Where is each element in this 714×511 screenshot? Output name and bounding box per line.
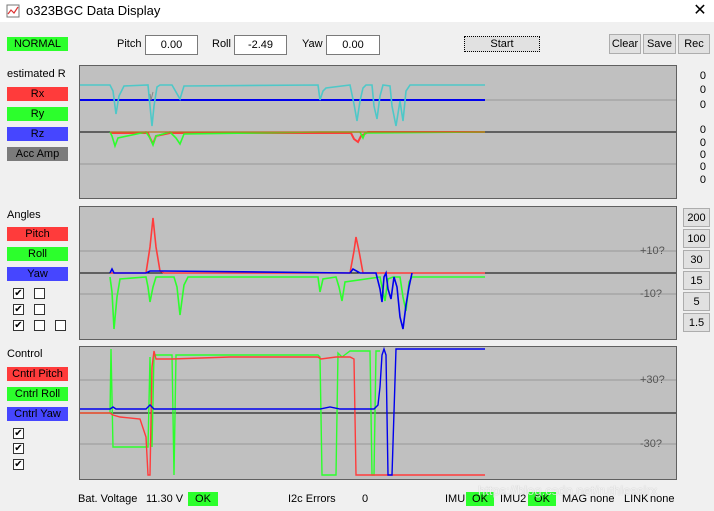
yaw-label: Yaw	[302, 38, 323, 50]
pitch-label: Pitch	[117, 38, 142, 50]
angles-checkbox-6[interactable]	[34, 320, 45, 331]
angles-checkbox-7[interactable]	[55, 320, 66, 331]
cntrl-yaw-trace	[80, 347, 485, 476]
watermark: https://blog.csdn.net/ruthlesslrx	[478, 483, 658, 498]
est-value-4: 0	[699, 124, 706, 136]
control-checkbox-3[interactable]: ✔	[13, 459, 24, 470]
i2c-errors-label: I2c Errors	[288, 493, 336, 505]
yaw-legend[interactable]: Yaw	[7, 267, 68, 281]
close-icon[interactable]: ✕	[690, 1, 710, 21]
roll-field[interactable]	[234, 35, 287, 55]
cntrl-roll-legend[interactable]: Cntrl Roll	[7, 387, 68, 401]
scale-15-button[interactable]: 15	[683, 271, 710, 290]
roll-label: Roll	[212, 38, 231, 50]
est-value-8: 0	[699, 174, 706, 186]
cntrl-yaw-legend[interactable]: Cntrl Yaw	[7, 407, 68, 421]
imu-label: IMU	[445, 493, 466, 505]
angles-checkbox-4[interactable]	[34, 304, 45, 315]
bat-voltage-value: 11.30 V	[146, 493, 184, 505]
scale-100-button[interactable]: 100	[683, 229, 710, 248]
est-value-6: 0	[699, 149, 706, 161]
angles-checkbox-3[interactable]: ✔	[13, 304, 24, 315]
scale-200-button[interactable]: 200	[683, 208, 710, 227]
scale-5-button[interactable]: 5	[683, 292, 710, 311]
cntrl-roll-trace	[80, 348, 380, 476]
rz-legend[interactable]: Rz	[7, 127, 68, 141]
bat-ok-badge: OK	[188, 492, 218, 506]
cntrl-pitch-legend[interactable]: Cntrl Pitch	[7, 367, 68, 381]
yaw-field[interactable]	[326, 35, 380, 55]
scale-1-5-button[interactable]: 1.5	[683, 313, 710, 332]
pitch-legend[interactable]: Pitch	[7, 227, 68, 241]
clear-button[interactable]: Clear	[609, 34, 641, 54]
scale-30-button[interactable]: 30	[683, 250, 710, 269]
acc-amp-legend[interactable]: Acc Amp	[7, 147, 68, 161]
pitch-field[interactable]	[145, 35, 198, 55]
control-checkbox-1[interactable]: ✔	[13, 428, 24, 439]
window-title: o323BGC Data Display	[26, 3, 161, 18]
angles-grid-bottom-label: -10?	[640, 288, 663, 300]
angles-checkbox-5[interactable]: ✔	[13, 320, 24, 331]
angles-chart: +10? -10?	[79, 206, 677, 340]
save-button[interactable]: Save	[643, 34, 676, 54]
est-value-1: 0	[699, 70, 706, 82]
estimated-r-plot	[80, 84, 676, 165]
start-button[interactable]: Start	[464, 36, 540, 52]
control-plot	[80, 347, 676, 476]
angles-checkbox-2[interactable]	[34, 288, 45, 299]
mode-indicator: NORMAL	[7, 37, 68, 51]
control-checkbox-2[interactable]: ✔	[13, 443, 24, 454]
angles-grid-top-label: +10?	[640, 245, 665, 257]
roll-trace	[109, 276, 485, 330]
est-value-5: 0	[699, 137, 706, 149]
estimated-r-title: estimated R	[7, 68, 66, 80]
control-chart: +30? -30?	[79, 346, 677, 480]
control-grid-top-label: +30?	[640, 374, 665, 386]
est-value-2: 0	[699, 84, 706, 96]
pitch-trace	[110, 217, 485, 274]
estimated-r-chart	[79, 65, 677, 199]
bat-voltage-label: Bat. Voltage	[78, 493, 138, 505]
est-value-3: 0	[699, 99, 706, 111]
ry-legend[interactable]: Ry	[7, 107, 68, 121]
control-grid-bottom-label: -30?	[640, 438, 663, 450]
i2c-errors-value: 0	[362, 493, 369, 505]
rx-legend[interactable]: Rx	[7, 87, 68, 101]
angles-plot	[80, 217, 676, 330]
control-title: Control	[7, 348, 43, 360]
est-value-7: 0	[699, 161, 706, 173]
app-icon	[6, 4, 20, 18]
rec-button[interactable]: Rec	[678, 34, 710, 54]
angles-checkbox-1[interactable]: ✔	[13, 288, 24, 299]
cyan-trace	[80, 84, 485, 127]
roll-legend[interactable]: Roll	[7, 247, 68, 261]
angles-title: Angles	[7, 209, 41, 221]
